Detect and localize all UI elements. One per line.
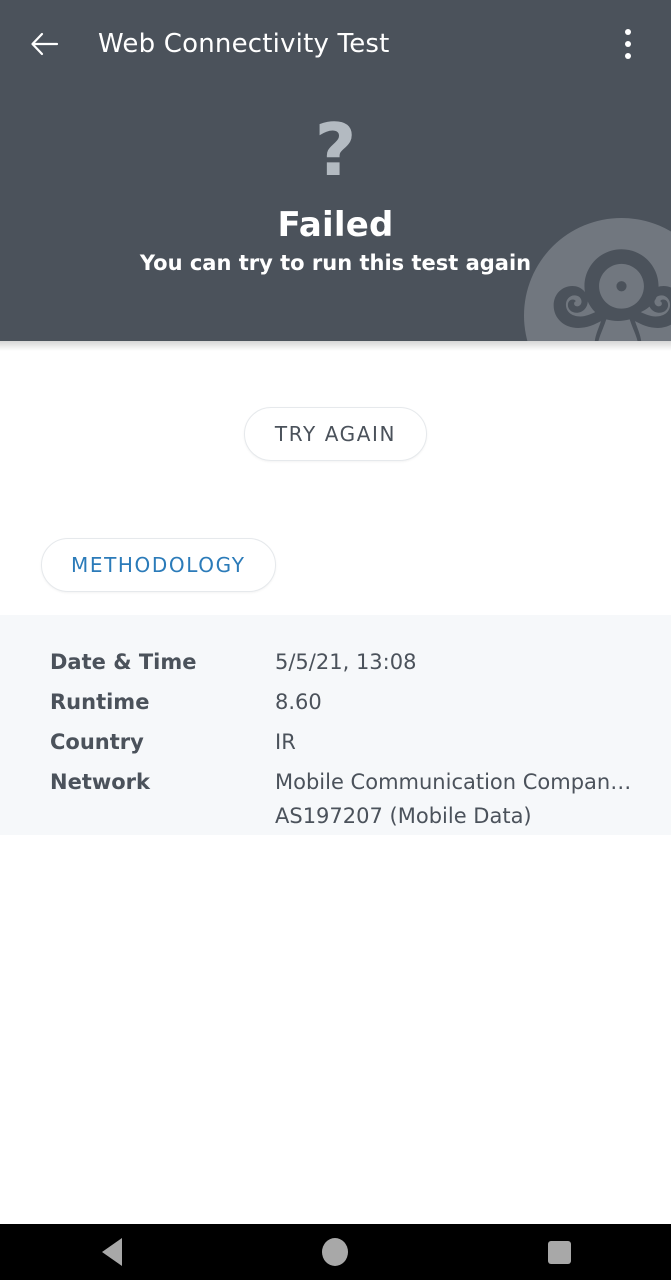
nav-home-button[interactable] — [285, 1224, 385, 1280]
kebab-dot-2 — [625, 41, 631, 47]
detail-label-date-time: Date & Time — [50, 650, 197, 674]
kebab-dot-1 — [625, 29, 631, 35]
result-summary: ? Failed You can try to run this test ag… — [0, 88, 671, 341]
overflow-menu-button[interactable] — [597, 13, 659, 75]
header-shadow — [0, 341, 671, 351]
methodology-row: METHODOLOGY — [41, 538, 276, 592]
detail-value-country: IR — [275, 730, 296, 754]
try-again-row: TRY AGAIN — [0, 407, 671, 461]
network-name: Mobile Communication Compan… — [275, 770, 632, 794]
table-row: Country IR — [50, 725, 650, 759]
detail-label-country: Country — [50, 730, 144, 754]
nav-recents-button[interactable] — [509, 1224, 609, 1280]
methodology-button[interactable]: METHODOLOGY — [41, 538, 276, 592]
question-mark-icon: ? — [314, 108, 357, 192]
circle-home-icon — [322, 1238, 349, 1266]
detail-value-network: Mobile Communication Compan… AS197207 (M… — [275, 765, 650, 833]
result-hero-header: Web Connectivity Test ? Failed You can t… — [0, 0, 671, 341]
android-navigation-bar — [0, 1224, 671, 1280]
detail-value-runtime: 8.60 — [275, 690, 322, 714]
nav-back-button[interactable] — [62, 1224, 162, 1280]
detail-label-network: Network — [50, 770, 151, 794]
table-row: Runtime 8.60 — [50, 685, 650, 719]
arrow-left-icon — [31, 32, 59, 56]
kebab-dot-3 — [625, 53, 631, 59]
table-row: Network Mobile Communication Compan… AS1… — [50, 765, 650, 833]
try-again-button[interactable]: TRY AGAIN — [243, 407, 428, 461]
test-details-table: Date & Time 5/5/21, 13:08 Runtime 8.60 C… — [50, 645, 650, 839]
result-status-subtitle: You can try to run this test again — [139, 251, 532, 275]
page-title: Web Connectivity Test — [98, 29, 390, 59]
test-details-panel: Date & Time 5/5/21, 13:08 Runtime 8.60 C… — [0, 615, 671, 835]
table-row: Date & Time 5/5/21, 13:08 — [50, 645, 650, 679]
detail-label-runtime: Runtime — [50, 690, 150, 714]
network-asn: AS197207 (Mobile Data) — [275, 804, 532, 828]
result-status-title: Failed — [277, 205, 394, 245]
app-bar: Web Connectivity Test — [0, 0, 671, 88]
app-screen: Web Connectivity Test ? Failed You can t… — [0, 0, 671, 1280]
triangle-back-icon — [101, 1238, 122, 1266]
back-button[interactable] — [14, 13, 76, 75]
square-recents-icon — [547, 1240, 571, 1264]
detail-value-date-time: 5/5/21, 13:08 — [275, 650, 417, 674]
